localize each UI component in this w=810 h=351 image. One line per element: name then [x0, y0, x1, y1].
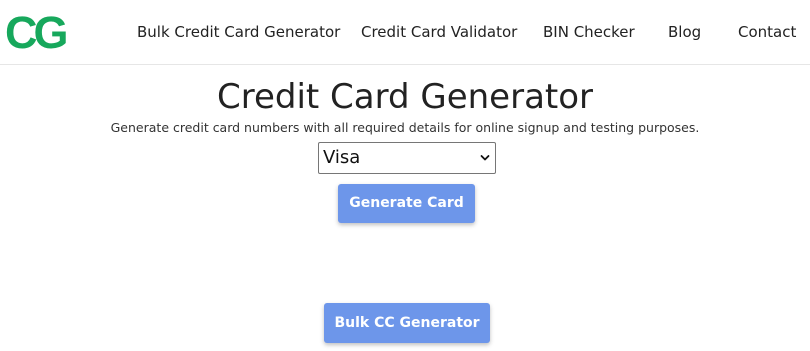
chevron-down-icon: [480, 155, 490, 161]
generate-card-button[interactable]: Generate Card: [338, 184, 475, 223]
card-type-selected-value: Visa: [323, 147, 361, 168]
main-content: Credit Card Generator Generate credit ca…: [0, 65, 810, 351]
page-subtitle: Generate credit card numbers with all re…: [110, 120, 700, 135]
site-header: CG Bulk Credit Card Generator Credit Car…: [0, 0, 810, 65]
page-title: Credit Card Generator: [216, 77, 594, 117]
nav-contact[interactable]: Contact: [738, 22, 796, 42]
main-navigation: Bulk Credit Card Generator Credit Card V…: [0, 0, 810, 65]
nav-credit-card-validator[interactable]: Credit Card Validator: [361, 22, 517, 42]
nav-blog[interactable]: Blog: [668, 22, 701, 42]
nav-bulk-credit-card-generator[interactable]: Bulk Credit Card Generator: [137, 22, 340, 42]
nav-bin-checker[interactable]: BIN Checker: [543, 22, 635, 42]
bulk-cc-generator-button[interactable]: Bulk CC Generator: [324, 303, 490, 343]
card-type-select[interactable]: Visa: [318, 142, 496, 174]
